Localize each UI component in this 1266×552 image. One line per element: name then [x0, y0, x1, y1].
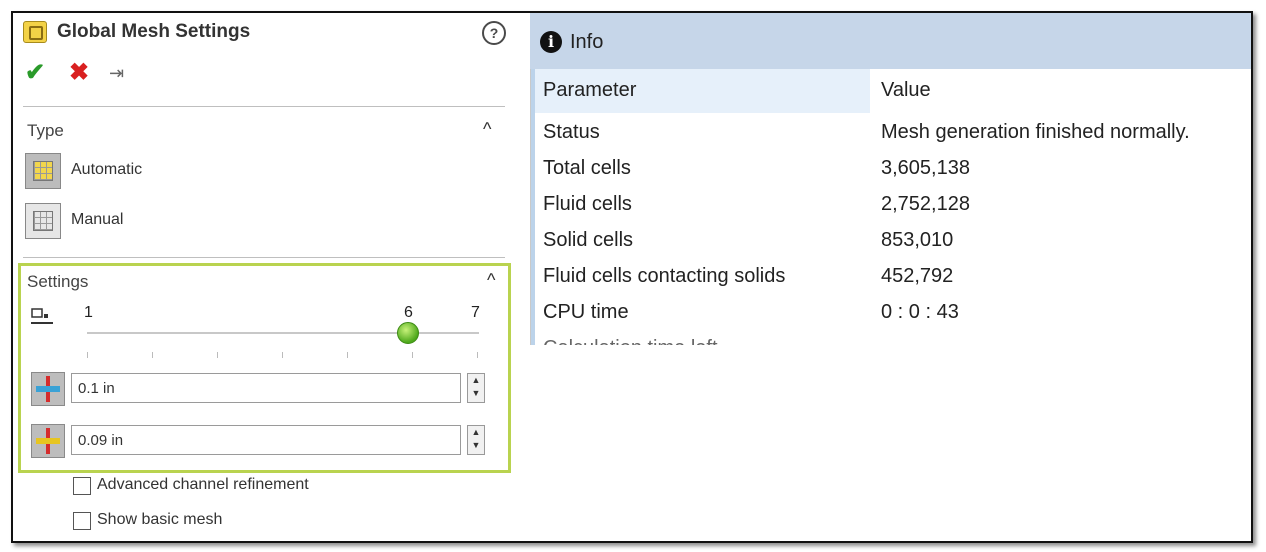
pin-icon[interactable]: ⇥ — [109, 61, 124, 85]
divider — [23, 106, 505, 107]
table-row: Fluid cells 2,752,128 — [543, 193, 970, 215]
slider-tick — [217, 352, 218, 358]
settings-collapse-chevron-icon[interactable]: ^ — [487, 270, 495, 291]
show-basic-mesh-label: Show basic mesh — [97, 511, 223, 528]
cancel-button[interactable]: ✖ — [69, 61, 89, 85]
slider-min-label: 1 — [84, 304, 93, 321]
min-gap-size-input[interactable]: 0.09 in — [71, 425, 461, 455]
mesh-settings-icon — [23, 21, 47, 43]
table-row: Total cells 3,605,138 — [543, 157, 970, 179]
value-column-header[interactable]: Value — [881, 79, 931, 102]
info-table: Parameter Value Status Mesh generation f… — [530, 69, 1251, 345]
table-row: CPU time 0 : 0 : 43 — [543, 301, 959, 323]
ok-button[interactable]: ✔ — [25, 61, 45, 85]
automatic-mesh-icon — [33, 161, 53, 181]
parameter-column-header[interactable]: Parameter — [543, 79, 636, 102]
info-panel: i Info Parameter Value Status Mesh gener… — [516, 13, 1251, 541]
min-gap-size-icon — [31, 424, 65, 458]
min-cell-size-input[interactable]: 0.1 in — [71, 373, 461, 403]
automatic-option-button[interactable] — [25, 153, 61, 189]
info-header: i Info — [530, 13, 1251, 69]
slider-tick — [87, 352, 88, 358]
slider-tick — [282, 352, 283, 358]
slider-max-label: 7 — [471, 304, 480, 321]
screenshot-frame: Global Mesh Settings ? ✔ ✖ ⇥ Type ^ Auto… — [11, 11, 1253, 543]
global-mesh-settings-panel: Global Mesh Settings ? ✔ ✖ ⇥ Type ^ Auto… — [13, 13, 516, 541]
min-cell-size-stepper[interactable]: ▲ ▼ — [467, 373, 485, 403]
info-title: Info — [570, 31, 604, 53]
table-header-row: Parameter Value — [531, 69, 1251, 113]
settings-section: Settings ^ 1 6 7 0.1 in ▲ ▼ 0.09 in ▲ ▼ — [18, 263, 511, 473]
settings-section-title: Settings — [27, 272, 89, 291]
table-row: Status Mesh generation finished normally… — [543, 121, 1190, 143]
type-section-title: Type — [27, 121, 64, 140]
help-icon[interactable]: ? — [482, 21, 506, 45]
slider-tick — [412, 352, 413, 358]
slider-tick — [477, 352, 478, 358]
manual-option-button[interactable] — [25, 203, 61, 239]
panel-title: Global Mesh Settings — [57, 21, 251, 42]
automatic-option-label: Automatic — [71, 161, 143, 178]
level-slider-track[interactable] — [87, 332, 479, 334]
info-icon: i — [540, 31, 562, 53]
min-gap-size-stepper[interactable]: ▲ ▼ — [467, 425, 485, 455]
manual-option-label: Manual — [71, 211, 124, 228]
slider-value-label: 6 — [404, 304, 413, 321]
type-collapse-chevron-icon[interactable]: ^ — [483, 119, 491, 140]
panel-header: Global Mesh Settings ? — [23, 19, 506, 47]
table-row: Solid cells 853,010 — [543, 229, 954, 251]
advanced-channel-refinement-checkbox[interactable] — [73, 477, 91, 495]
slider-tick — [347, 352, 348, 358]
min-cell-size-icon — [31, 372, 65, 406]
mesh-level-icon — [31, 306, 53, 328]
show-basic-mesh-checkbox[interactable] — [73, 512, 91, 530]
table-row: Calculation time left — [531, 331, 1251, 345]
table-row: Fluid cells contacting solids 452,792 — [543, 265, 954, 287]
manual-mesh-icon — [33, 211, 53, 231]
divider — [23, 257, 505, 258]
slider-tick — [152, 352, 153, 358]
level-slider-thumb[interactable] — [397, 322, 419, 344]
advanced-channel-refinement-label: Advanced channel refinement — [97, 476, 309, 493]
